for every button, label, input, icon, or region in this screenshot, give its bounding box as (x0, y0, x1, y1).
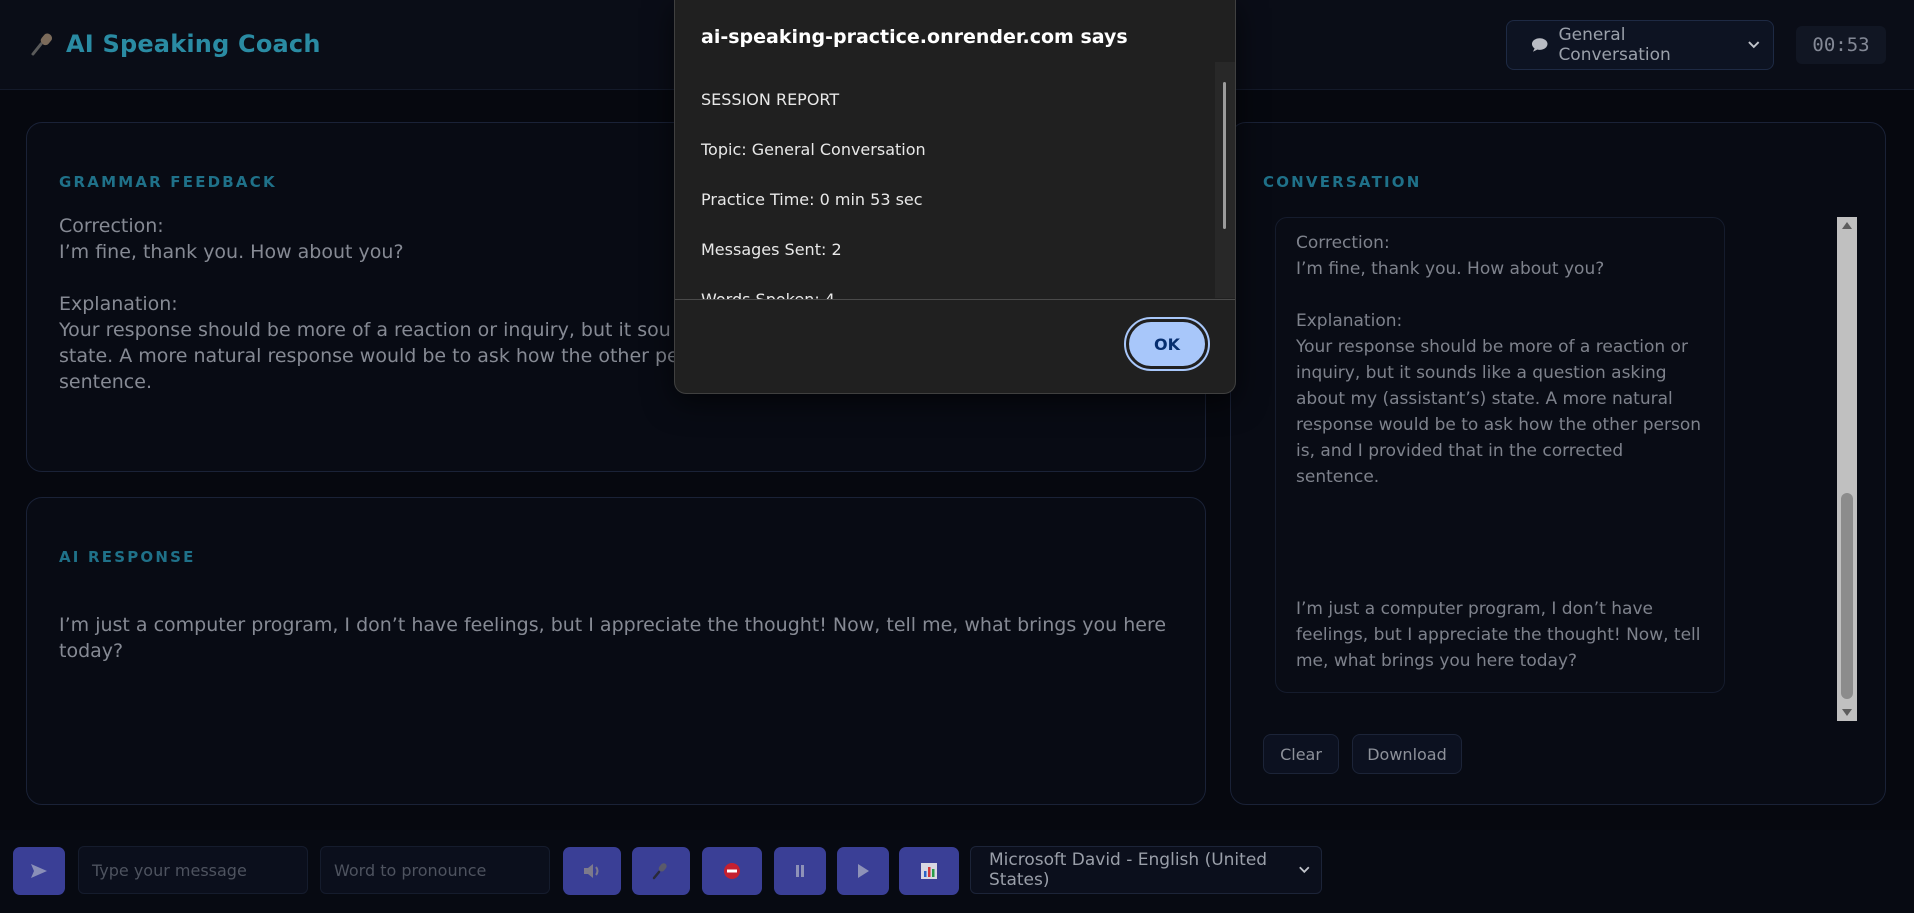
report-button[interactable] (899, 847, 959, 895)
microphone-button[interactable] (632, 847, 690, 895)
speech-bubble-icon (1531, 38, 1548, 52)
microphone-icon (31, 33, 53, 56)
app-title: AI Speaking Coach (66, 30, 321, 58)
dialog-divider (675, 299, 1235, 300)
conversation-log[interactable]: Correction: I’m fine, thank you. How abo… (1275, 217, 1725, 693)
explanation-label: Explanation: (1296, 311, 1403, 331)
alert-dialog: ai-speaking-practice.onrender.com says S… (674, 0, 1236, 394)
speaker-button[interactable] (563, 847, 621, 895)
microphone-icon (652, 863, 667, 880)
ai-response-panel: AI RESPONSE I’m just a computer program,… (26, 497, 1206, 805)
chevron-down-icon (1299, 866, 1310, 874)
play-button[interactable] (837, 847, 889, 895)
send-button[interactable] (13, 847, 65, 895)
conversation-title: CONVERSATION (1263, 173, 1422, 191)
message-input[interactable]: Type your message (78, 846, 308, 894)
conversation-panel: CONVERSATION Correction: I’m fine, thank… (1230, 122, 1886, 805)
report-line: SESSION REPORT (701, 90, 840, 109)
report-line: Messages Sent: 2 (701, 240, 842, 259)
grammar-feedback-title: GRAMMAR FEEDBACK (59, 173, 277, 191)
bar-chart-icon (921, 863, 937, 879)
stop-button[interactable] (702, 847, 762, 895)
ai-response-text: I’m just a computer program, I don’t hav… (59, 614, 1167, 662)
topic-select[interactable]: General Conversation (1506, 20, 1774, 70)
correction-text: I’m fine, thank you. How about you? (1296, 259, 1605, 279)
voice-select-value: Microsoft David - English (United States… (989, 850, 1268, 890)
topic-select-value: General Conversation (1558, 25, 1671, 65)
chevron-down-icon (1748, 41, 1760, 49)
download-button[interactable]: Download (1352, 734, 1462, 774)
session-timer: 00:53 (1796, 26, 1886, 64)
report-line: Practice Time: 0 min 53 sec (701, 190, 923, 209)
scrollbar-thumb[interactable] (1841, 493, 1853, 699)
pause-icon (796, 865, 804, 877)
dialog-title: ai-speaking-practice.onrender.com says (701, 26, 1128, 48)
clear-button[interactable]: Clear (1263, 734, 1339, 774)
scrollbar-thumb[interactable] (1223, 82, 1226, 229)
no-entry-icon (724, 863, 740, 879)
dialog-scrollbar[interactable] (1215, 62, 1235, 298)
ai-response-title: AI RESPONSE (59, 548, 196, 566)
correction-label: Correction: (1296, 233, 1390, 253)
speaker-icon (584, 864, 599, 878)
send-icon (31, 864, 47, 878)
pause-button[interactable] (774, 847, 826, 895)
voice-select[interactable]: Microsoft David - English (United States… (970, 846, 1322, 894)
conversation-message: Correction: I’m fine, thank you. How abo… (1296, 230, 1706, 490)
scroll-up-arrow-icon[interactable] (1842, 222, 1852, 229)
report-line: Topic: General Conversation (701, 140, 926, 159)
dialog-message[interactable]: SESSION REPORT Topic: General Conversati… (675, 62, 1235, 300)
pronounce-word-input[interactable]: Word to pronounce (320, 846, 550, 894)
play-icon (858, 864, 869, 878)
brand: AI Speaking Coach (30, 30, 321, 58)
conversation-scrollbar[interactable] (1837, 217, 1857, 721)
conversation-message: I’m just a computer program, I don’t hav… (1296, 599, 1701, 671)
explanation-text: Your response should be more of a reacti… (1296, 337, 1702, 487)
ok-button[interactable]: OK (1124, 317, 1210, 371)
scroll-down-arrow-icon[interactable] (1842, 709, 1852, 716)
